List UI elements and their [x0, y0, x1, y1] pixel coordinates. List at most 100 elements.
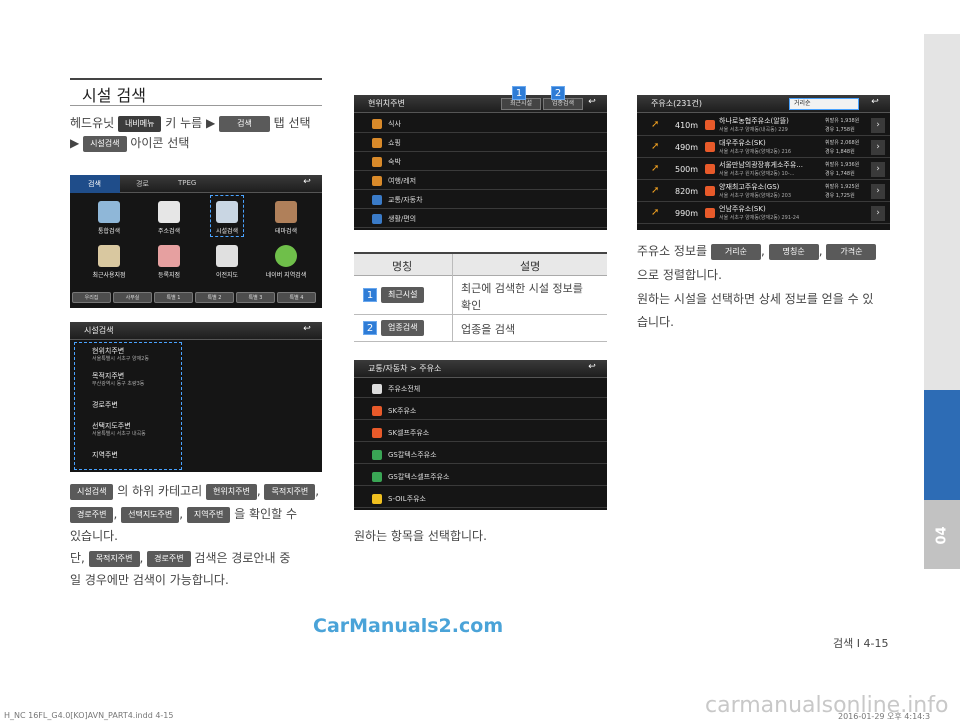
list-item[interactable]: GS칼텍스주유소	[354, 446, 607, 464]
list-item[interactable]: S-OIL주유소	[354, 490, 607, 508]
back-icon[interactable]: ↩	[583, 97, 601, 110]
chip-name-sort: 명칭순	[768, 243, 819, 260]
chevron-right-icon[interactable]: ›	[871, 140, 885, 155]
list-item[interactable]: SK셀프주유소	[354, 424, 607, 442]
address-search-icon[interactable]	[158, 201, 180, 223]
brand-logo-icon	[705, 120, 715, 130]
screen-title: 현위치주변	[368, 99, 405, 108]
list-item[interactable]: 교통/자동차	[354, 191, 607, 209]
item-label: S-OIL주유소	[388, 495, 426, 503]
office-button[interactable]: 사무실	[113, 292, 152, 303]
footer-logo: CarManuals2.com	[313, 615, 504, 637]
tab-tpeg[interactable]: TPEG	[178, 179, 196, 187]
list-item[interactable]: 여행/레저	[354, 172, 607, 190]
theme-search-label: 테마검색	[274, 228, 298, 235]
table-header: 명칭 설명	[354, 254, 607, 276]
chevron-right-icon[interactable]: ›	[871, 206, 885, 221]
tab-route[interactable]: 경로	[136, 179, 149, 189]
list-item[interactable]: 쇼핑	[354, 134, 607, 152]
list-item[interactable]: 숙박	[354, 153, 607, 171]
home-button[interactable]: 우리집	[72, 292, 111, 303]
step-1-suffix: 탭 선택	[273, 116, 311, 130]
chevron-right-icon[interactable]: ›	[871, 184, 885, 199]
desc-3-line-4: 습니다.	[637, 315, 674, 329]
gas-result-row[interactable]: ➚ 490m 대우주유소(SK) 서울 서초구 양재동(양재2동) 216 휘발유 2,…	[637, 137, 890, 158]
s-oil-icon	[372, 494, 382, 504]
gas-result-row[interactable]: ➚ 500m 서울만남의광장휴게소주유... 서울 서초구 원지동(양재2동) 10-…	[637, 159, 890, 180]
item-region[interactable]: 지역주변	[92, 450, 118, 460]
highlight-frame	[210, 195, 244, 237]
direction-arrow-icon: ➚	[651, 141, 660, 152]
chip-route-2: 경로주변	[147, 550, 191, 567]
item-label: GS칼텍스셀프주유소	[388, 473, 450, 481]
address-search-label: 주소검색	[157, 228, 181, 235]
chip-region: 지역주변	[186, 506, 231, 523]
list-item[interactable]: SK주유소	[354, 402, 607, 420]
chip-distance-sort: 거리순	[710, 243, 761, 260]
list-item[interactable]: 주유소전체	[354, 380, 607, 398]
table-row: 1 최근시설 최근에 검색한 시설 정보를 확인	[354, 277, 607, 315]
special-4-button[interactable]: 특별 4	[277, 292, 316, 303]
desc-3-line-3: 원하는 시설을 선택하면 상세 정보를 얻을 수 있	[637, 292, 874, 306]
item-label: 교통/자동차	[388, 196, 423, 204]
side-tab-active	[924, 390, 960, 500]
back-icon[interactable]: ↩	[298, 177, 316, 190]
gasoline-price: 휘발유 1,925원	[825, 184, 860, 190]
shopping-icon	[372, 138, 382, 148]
station-name: 대우주유소(SK)	[719, 139, 766, 147]
integrated-search-icon[interactable]	[98, 201, 120, 223]
chip-destination-2: 목적지주변	[88, 550, 140, 567]
direction-arrow-icon: ➚	[651, 185, 660, 196]
gasoline-price: 휘발유 2,068원	[825, 140, 860, 146]
saved-place-icon[interactable]	[158, 245, 180, 267]
item-label: 숙박	[388, 158, 401, 166]
brand-logo-icon	[705, 186, 715, 196]
list-item[interactable]: 식사	[354, 115, 607, 133]
desc-1-line-2: 경로주변, 선택지도주변, 지역주변 을 확인할 수	[70, 505, 297, 523]
tab-search[interactable]: 검색	[88, 179, 101, 189]
special-1-button[interactable]: 특별 1	[154, 292, 193, 303]
gas-result-row[interactable]: ➚ 990m 언남주유소(SK) 서울 서초구 양재동(양재2동) 291-24 ›	[637, 203, 890, 224]
back-icon[interactable]: ↩	[583, 362, 601, 375]
row-desc-2: 확인	[461, 299, 482, 312]
gasoline-price: 휘발유 1,938원	[825, 118, 860, 124]
transport-icon	[372, 195, 382, 205]
item-label: GS칼텍스주유소	[388, 451, 437, 459]
brand-logo-icon	[705, 164, 715, 174]
list-item[interactable]: 생활/편의	[354, 210, 607, 228]
item-current-location-sub: 서울특별시 서초구 양재2동	[92, 356, 149, 362]
diesel-price: 경유 1,748원	[825, 171, 855, 177]
station-address: 서울 서초구 양재동(양재2동) 291-24	[719, 215, 800, 221]
step-1-mid: 키 누름 ▶	[165, 116, 216, 130]
special-3-button[interactable]: 특별 3	[236, 292, 275, 303]
station-address: 서울 서초구 양재동(내곡동) 229	[719, 127, 788, 133]
print-date: 2016-01-29 오후 4:14:3	[838, 712, 931, 721]
desc-3-text-1: 주유소 정보를	[637, 244, 708, 258]
item-label: SK주유소	[388, 407, 417, 415]
back-icon[interactable]: ↩	[866, 97, 884, 110]
screen-nearby-categories: 현위치주변 최근시설 업종검색 ↩ 식사 쇼핑 숙박 여행/레저 교통/자동차 …	[354, 95, 607, 230]
list-item[interactable]: GS칼텍스셀프주유소	[354, 468, 607, 486]
chevron-right-icon[interactable]: ›	[871, 118, 885, 133]
desc-1-text-4: 단,	[70, 551, 85, 565]
col-desc: 설명	[520, 260, 541, 273]
chapter-number: 04	[934, 526, 950, 545]
sk-icon	[372, 406, 382, 416]
callout-badge-1: 1	[512, 86, 526, 100]
direction-arrow-icon: ➚	[651, 163, 660, 174]
gas-result-row[interactable]: ➚ 410m 하나로농협주유소(알뜰) 서울 서초구 양재동(내곡동) 229 휘발유 …	[637, 115, 890, 136]
gas-result-row[interactable]: ➚ 820m 양재최고주유소(GS) 서울 서초구 양재동(양재2동) 203 휘발유 …	[637, 181, 890, 202]
station-address: 서울 서초구 원지동(양재2동) 10-...	[719, 171, 795, 177]
back-icon[interactable]: ↩	[298, 324, 316, 337]
desc-1-line-3: 있습니다.	[70, 529, 118, 543]
chevron-right-icon[interactable]: ›	[871, 162, 885, 177]
theme-search-icon[interactable]	[275, 201, 297, 223]
recent-place-icon[interactable]	[98, 245, 120, 267]
special-2-button[interactable]: 특별 2	[195, 292, 234, 303]
station-address: 서울 서초구 양재동(양재2동) 216	[719, 149, 791, 155]
previous-map-icon[interactable]	[216, 245, 238, 267]
item-route[interactable]: 경로주변	[92, 400, 118, 410]
sort-select[interactable]: 거리순	[789, 98, 859, 110]
naver-search-icon[interactable]	[275, 245, 297, 267]
row-badge: 2	[363, 321, 377, 335]
